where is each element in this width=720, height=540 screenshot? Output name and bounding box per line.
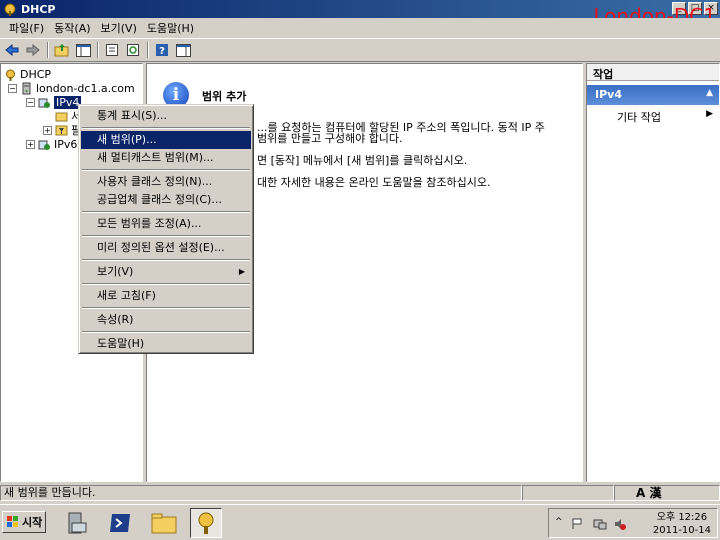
tree-label: london-dc1.a.com — [36, 81, 135, 95]
menu-separator — [82, 283, 250, 285]
actions-section-ipv4[interactable]: IPv4 ▲ — [587, 85, 719, 105]
menu-help[interactable]: 도움말(H) — [142, 20, 199, 36]
help-icon[interactable]: ? — [152, 41, 172, 59]
toolbar-separator — [147, 42, 149, 58]
start-label: 시작 — [22, 516, 43, 529]
menu-separator — [82, 331, 250, 333]
explorer-icon[interactable] — [148, 508, 180, 538]
actions-pane: 작업 IPv4 ▲ 기타 작업 ▶ — [586, 63, 720, 482]
clock-time: 오후 12:26 — [656, 512, 708, 523]
status-panel — [522, 485, 614, 501]
tree-label: DHCP — [20, 67, 52, 81]
network-icon[interactable] — [593, 517, 607, 531]
server-icon — [22, 82, 31, 94]
powershell-icon[interactable] — [104, 508, 136, 538]
menu-separator — [82, 259, 250, 261]
taskbar: 시작 ^ 오후 12:26 2011-10-14 — [0, 504, 720, 540]
ctx-item-reconcile-all-scopes[interactable]: 모든 범위를 조정(A)... — [81, 215, 251, 233]
up-icon[interactable] — [52, 41, 72, 59]
windows-flag-icon — [7, 516, 18, 527]
toolbar-separator — [47, 42, 49, 58]
info-text-line: 범위를 만들고 구성해야 합니다. — [257, 132, 403, 145]
menu-file[interactable]: 파일(F) — [4, 20, 49, 36]
folder-icon — [55, 112, 68, 121]
dhcp-icon[interactable] — [190, 508, 222, 538]
clock[interactable]: 오후 12:26 2011-10-14 — [653, 511, 711, 537]
tree-node-dhcp[interactable]: DHCP — [4, 67, 51, 81]
clock-date: 2011-10-14 — [652, 525, 711, 536]
ctx-item-set-predefined-options[interactable]: 미리 정의된 옵션 설정(E)... — [81, 239, 251, 257]
tree-node-ipv4[interactable]: − IPv4 — [26, 95, 82, 109]
window-title: DHCP — [21, 2, 56, 16]
status-panel-tray: A 漢 — [614, 485, 720, 501]
toolbar-separator — [97, 42, 99, 58]
action-label: 기타 작업 — [617, 111, 661, 124]
menu-bar: 파일(F) 동작(A) 보기(V) 도움말(H) — [0, 18, 720, 38]
menu-separator — [82, 127, 250, 129]
actions-header: 작업 — [587, 64, 719, 81]
info-title: 범위 추가 — [202, 90, 247, 103]
action-more-actions[interactable]: 기타 작업 ▶ — [587, 105, 719, 124]
ctx-item-new-scope[interactable]: 새 범위(P)... — [81, 131, 251, 149]
back-icon[interactable] — [2, 41, 22, 59]
ctx-item-show-statistics[interactable]: 통계 표시(S)... — [81, 107, 251, 125]
dhcp-icon — [6, 69, 15, 81]
menu-action[interactable]: 동작(A) — [49, 20, 95, 36]
collapse-arrow-icon[interactable]: ▲ — [706, 88, 713, 98]
ctx-item-define-vendor-classes[interactable]: 공급업체 클래스 정의(C)... — [81, 191, 251, 209]
ipv4-icon — [38, 98, 50, 108]
submenu-arrow-icon: ▶ — [706, 109, 713, 119]
actions-section-label: IPv4 — [595, 88, 622, 101]
filter-icon — [55, 125, 68, 135]
collapse-icon[interactable]: − — [26, 97, 35, 107]
tray-expand-icon[interactable]: ^ — [555, 517, 563, 527]
collapse-icon[interactable]: − — [8, 83, 17, 93]
ctx-item-define-user-classes[interactable]: 사용자 클래스 정의(N)... — [81, 173, 251, 191]
volume-muted-icon[interactable] — [613, 517, 627, 531]
show-hide-tree-icon[interactable] — [73, 41, 93, 59]
tree-node-server[interactable]: − london-dc1.a.com — [8, 81, 135, 95]
status-text: 새 범위를 만듭니다. — [0, 485, 522, 501]
forward-icon[interactable] — [23, 41, 43, 59]
ctx-item-new-multicast-scope[interactable]: 새 멀티캐스트 범위(M)... — [81, 149, 251, 167]
submenu-arrow-icon: ▶ — [238, 267, 245, 276]
tree-label: IPv6 — [54, 137, 78, 151]
svg-text:?: ? — [159, 46, 165, 57]
properties-icon[interactable] — [102, 41, 122, 59]
ctx-item-help[interactable]: 도움말(H) — [81, 335, 251, 353]
refresh-icon[interactable] — [123, 41, 143, 59]
menu-view[interactable]: 보기(V) — [96, 20, 142, 36]
context-menu: 통계 표시(S)... 새 범위(P)... 새 멀티캐스트 범위(M)... … — [78, 104, 254, 354]
info-text-line: 면 [동작] 메뉴에서 [새 범위]를 클릭하십시오. — [257, 154, 468, 167]
status-bar: 새 범위를 만듭니다. A 漢 — [0, 484, 720, 502]
ipv6-icon — [38, 140, 50, 150]
ctx-item-refresh[interactable]: 새로 고침(F) — [81, 287, 251, 305]
toolbar: ? — [0, 38, 720, 62]
start-button[interactable]: 시작 — [2, 511, 46, 533]
ctx-item-view[interactable]: 보기(V) ▶ — [81, 263, 251, 281]
expand-icon[interactable]: + — [26, 139, 35, 149]
dhcp-app-icon — [4, 3, 16, 16]
info-text-line: 대한 자세한 내용은 온라인 도움말을 참조하십시오. — [257, 176, 491, 189]
expand-icon[interactable]: + — [43, 125, 52, 135]
flag-icon[interactable] — [571, 518, 583, 530]
ctx-item-properties[interactable]: 속성(R) — [81, 311, 251, 329]
menu-separator — [82, 235, 250, 237]
tree-node-ipv4-child[interactable]: + 필 — [43, 123, 81, 137]
system-tray: ^ 오후 12:26 2011-10-14 — [548, 508, 718, 538]
ctx-item-label: 보기(V) — [97, 265, 134, 278]
menu-separator — [82, 211, 250, 213]
tree-node-ipv6[interactable]: + IPv6 — [26, 137, 77, 151]
language-bar[interactable]: A 漢 — [636, 486, 661, 500]
menu-separator — [82, 169, 250, 171]
show-hide-action-pane-icon[interactable] — [173, 41, 193, 59]
server-manager-icon[interactable] — [60, 508, 92, 538]
menu-separator — [82, 307, 250, 309]
